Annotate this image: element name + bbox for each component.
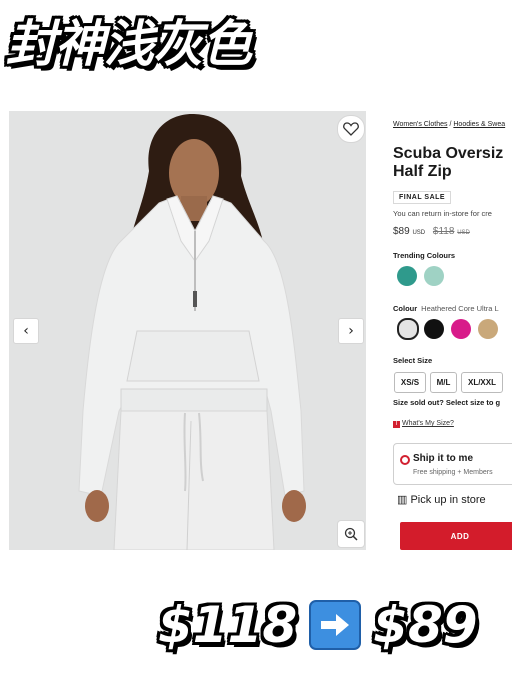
ship-it-option[interactable]: Ship it to me Free shipping + Members xyxy=(393,443,512,485)
colour-value: Heathered Core Ultra L xyxy=(421,304,499,313)
overlay-title: 封神浅灰色 xyxy=(6,15,252,73)
tape-measure-icon: T xyxy=(393,421,400,428)
product-image: ‹ › xyxy=(9,111,366,550)
select-size-label: Select Size xyxy=(393,356,433,365)
heart-icon xyxy=(343,122,359,136)
store-icon: ▥ xyxy=(397,494,408,506)
size-m-l-button[interactable]: M/L xyxy=(430,372,457,393)
product-title: Scuba Oversiz Half Zip xyxy=(393,145,503,181)
wishlist-button[interactable] xyxy=(337,115,365,143)
colour-swatch-tan[interactable] xyxy=(478,319,498,339)
current-price: $89 xyxy=(393,226,410,237)
trending-swatch-mint[interactable] xyxy=(424,266,444,286)
current-price-currency: USD xyxy=(412,230,426,236)
original-price-currency: USD xyxy=(457,230,470,236)
colour-swatch-black[interactable] xyxy=(424,319,444,339)
product-title-line2: Half Zip xyxy=(393,163,452,180)
return-note: You can return in-store for cre xyxy=(393,209,492,218)
whats-my-size-link[interactable]: T What's My Size? xyxy=(393,420,454,428)
radio-selected-icon xyxy=(400,455,410,465)
model-photo xyxy=(9,111,366,550)
final-sale-badge: FINAL SALE xyxy=(393,191,452,204)
right-arrow-icon xyxy=(309,600,362,650)
colour-label-text: Colour xyxy=(393,304,418,313)
price: $89 USD $118 USD xyxy=(393,226,470,237)
colour-swatch-selected-grey[interactable] xyxy=(397,318,419,340)
zoom-in-icon xyxy=(344,527,358,541)
whats-my-size-text[interactable]: What's My Size? xyxy=(402,420,454,427)
colour-label: Colour Heathered Core Ultra L xyxy=(393,304,499,313)
next-image-button[interactable]: › xyxy=(338,318,364,344)
prev-image-button[interactable]: ‹ xyxy=(13,318,39,344)
overlay-new-price: $89 xyxy=(373,596,478,654)
price-comparison-overlay: $118 $89 xyxy=(158,593,478,657)
trending-colours-label: Trending Colours xyxy=(393,251,456,260)
size-xl-xxl-button[interactable]: XL/XXL xyxy=(461,372,503,393)
breadcrumb-womens-clothes[interactable]: Women's Clothes xyxy=(393,121,448,128)
pick-up-label: Pick up in store xyxy=(410,494,486,506)
chevron-left-icon: ‹ xyxy=(23,323,29,339)
ship-subtitle: Free shipping + Members xyxy=(413,469,493,476)
size-xs-s-button[interactable]: XS/S xyxy=(394,372,426,393)
breadcrumb: Women's Clothes / Hoodies & Swea xyxy=(393,121,505,128)
breadcrumb-hoodies[interactable]: Hoodies & Swea xyxy=(453,121,505,128)
colour-swatch-pink[interactable] xyxy=(451,319,471,339)
overlay-old-price: $118 xyxy=(158,596,298,654)
product-details-panel: Women's Clothes / Hoodies & Swea Scuba O… xyxy=(393,111,512,550)
ship-title: Ship it to me xyxy=(413,453,473,464)
size-sold-out-note: Size sold out? Select size to g xyxy=(393,398,501,407)
zoom-button[interactable] xyxy=(337,520,365,548)
add-to-bag-button[interactable]: ADD xyxy=(400,522,512,550)
chevron-right-icon: › xyxy=(348,323,354,339)
original-price: $118 xyxy=(432,226,455,237)
pick-up-option[interactable]: ▥ Pick up in store xyxy=(397,493,486,506)
trending-swatch-teal[interactable] xyxy=(397,266,417,286)
product-title-line1: Scuba Oversiz xyxy=(393,145,504,162)
breadcrumb-separator: / xyxy=(449,121,452,128)
